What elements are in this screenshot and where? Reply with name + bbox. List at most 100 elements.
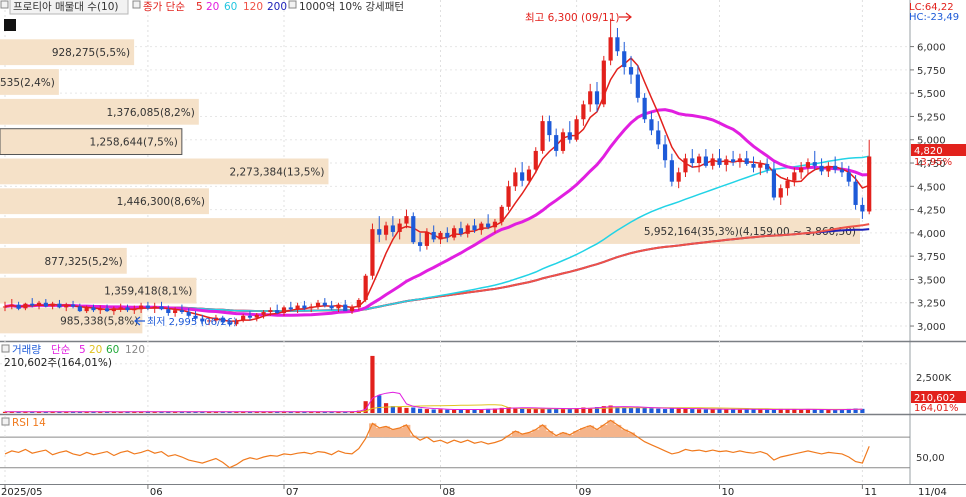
candle-body bbox=[758, 163, 763, 168]
volume-legend-checkbox[interactable] bbox=[1, 344, 10, 353]
legend-color-chip bbox=[4, 19, 16, 31]
candle-body bbox=[186, 312, 191, 316]
volume-bar bbox=[724, 409, 729, 413]
candle-body bbox=[520, 172, 525, 181]
price-tick-label: 4,250 bbox=[917, 206, 946, 217]
candle-body bbox=[424, 231, 429, 246]
rsi-legend-checkbox[interactable] bbox=[1, 417, 10, 426]
candle-body bbox=[43, 302, 48, 307]
volume-profile-label: 877,325(5,2%) bbox=[44, 256, 122, 268]
candle-body bbox=[628, 67, 634, 75]
candle-body bbox=[785, 180, 790, 189]
candle-body bbox=[57, 303, 62, 308]
candle-body bbox=[2, 306, 8, 308]
candle-body bbox=[676, 172, 681, 182]
candle-body bbox=[683, 158, 688, 173]
volume-bar bbox=[683, 408, 688, 413]
candle-body bbox=[547, 121, 552, 136]
volume-bar bbox=[649, 408, 654, 413]
volume-bar bbox=[819, 409, 824, 413]
volume-bar bbox=[799, 409, 804, 413]
candle-body bbox=[36, 302, 42, 306]
volume-bar bbox=[771, 409, 777, 413]
candle-body bbox=[554, 135, 559, 151]
volume-bar bbox=[737, 409, 742, 413]
candle-body bbox=[513, 172, 518, 187]
price-tick-label: 5,750 bbox=[917, 66, 946, 77]
volume-profile-label: 985,338(5,8%) bbox=[60, 315, 138, 327]
candle-body bbox=[179, 310, 185, 313]
candle-body bbox=[506, 186, 511, 207]
volume-bar bbox=[792, 409, 797, 413]
legend-checkbox-2[interactable] bbox=[132, 0, 141, 9]
legend-ma-20: 20 bbox=[206, 1, 219, 13]
volume-bar bbox=[690, 409, 695, 413]
candle-body bbox=[540, 121, 545, 151]
legend-item-profile[interactable]: 프로티아 매물대 수(10) bbox=[13, 1, 119, 13]
candle-body bbox=[465, 225, 470, 234]
low-price-label: 최저 2,995 (06/26) bbox=[147, 316, 237, 328]
volume-bar bbox=[676, 408, 681, 413]
current-volume-pct: 164,01% bbox=[914, 403, 959, 414]
candle-body bbox=[765, 163, 770, 170]
volume-bar bbox=[628, 407, 634, 413]
candle-body bbox=[438, 232, 443, 240]
candle-body bbox=[724, 159, 729, 165]
price-tick-label: 6,000 bbox=[917, 43, 946, 54]
volume-profile-label: 1,376,085(8,2%) bbox=[107, 107, 195, 119]
volume-bar bbox=[377, 395, 382, 413]
volume-bar bbox=[833, 410, 838, 413]
price-tick-label: 5,500 bbox=[917, 89, 946, 100]
candle-body bbox=[50, 303, 55, 307]
candle-body bbox=[588, 91, 593, 105]
candle-body bbox=[132, 309, 137, 311]
candle-body bbox=[118, 307, 123, 309]
price-tick-label: 3,000 bbox=[917, 322, 946, 333]
legend-checkbox-3[interactable] bbox=[288, 0, 297, 9]
candle-body bbox=[302, 305, 307, 309]
volume-bar bbox=[656, 408, 661, 413]
rsi-legend[interactable]: RSI 14 bbox=[12, 417, 46, 429]
candle-body bbox=[839, 169, 845, 173]
stock-chart[interactable]: 928,275(5,5%) 407,535(2,4%) 1,376,085(8,2%… bbox=[0, 0, 966, 497]
candle-body bbox=[159, 306, 164, 310]
volume-profile-label: 407,535(2,4%) bbox=[0, 77, 55, 89]
legend-checkbox-1[interactable] bbox=[0, 0, 9, 9]
candle-body bbox=[805, 162, 811, 168]
candle-body bbox=[486, 223, 491, 228]
x-tick-label: 09 bbox=[579, 487, 592, 497]
candle-body bbox=[104, 308, 110, 312]
candle-body bbox=[608, 37, 613, 61]
volume-profile-label: 928,275(5,5%) bbox=[52, 47, 130, 59]
x-tick-label: 07 bbox=[286, 487, 299, 497]
legend-ma-60: 60 bbox=[224, 1, 237, 13]
x-tick-label: 11/04 bbox=[918, 487, 947, 497]
volume-info: 210,602주(164,01%) bbox=[4, 357, 112, 369]
candle-body bbox=[349, 307, 355, 312]
price-tick-label: 3,500 bbox=[917, 275, 946, 286]
candle-body bbox=[9, 304, 14, 307]
candle-body bbox=[526, 169, 532, 181]
volume-profile-label: 1,359,418(8,1%) bbox=[104, 286, 192, 298]
candle-body bbox=[567, 132, 572, 140]
x-tick-label: 08 bbox=[443, 487, 456, 497]
candle-body bbox=[268, 310, 273, 313]
candle-body bbox=[778, 188, 783, 198]
volume-legend-name[interactable]: 거래량 bbox=[12, 344, 41, 356]
volume-bar bbox=[397, 407, 402, 413]
candle-body bbox=[329, 305, 334, 309]
candle-body bbox=[98, 308, 103, 311]
candle-body bbox=[275, 310, 280, 313]
candle-body bbox=[594, 91, 600, 105]
volume-legend-ma-120: 120 bbox=[125, 344, 145, 356]
volume-axis-tick: 2,500K bbox=[916, 373, 952, 384]
candle-body bbox=[295, 305, 300, 310]
candle-body bbox=[860, 204, 865, 212]
volume-bar bbox=[526, 408, 532, 413]
legend-item-pattern[interactable]: 1000억 10% 강세패턴 bbox=[299, 1, 404, 13]
legend-item-ma[interactable]: 종가 단순 bbox=[143, 1, 185, 13]
candle-body bbox=[833, 165, 838, 170]
candle-body bbox=[336, 304, 341, 309]
candle-body bbox=[281, 307, 287, 313]
rsi-axis-tick: 50,00 bbox=[916, 453, 945, 464]
